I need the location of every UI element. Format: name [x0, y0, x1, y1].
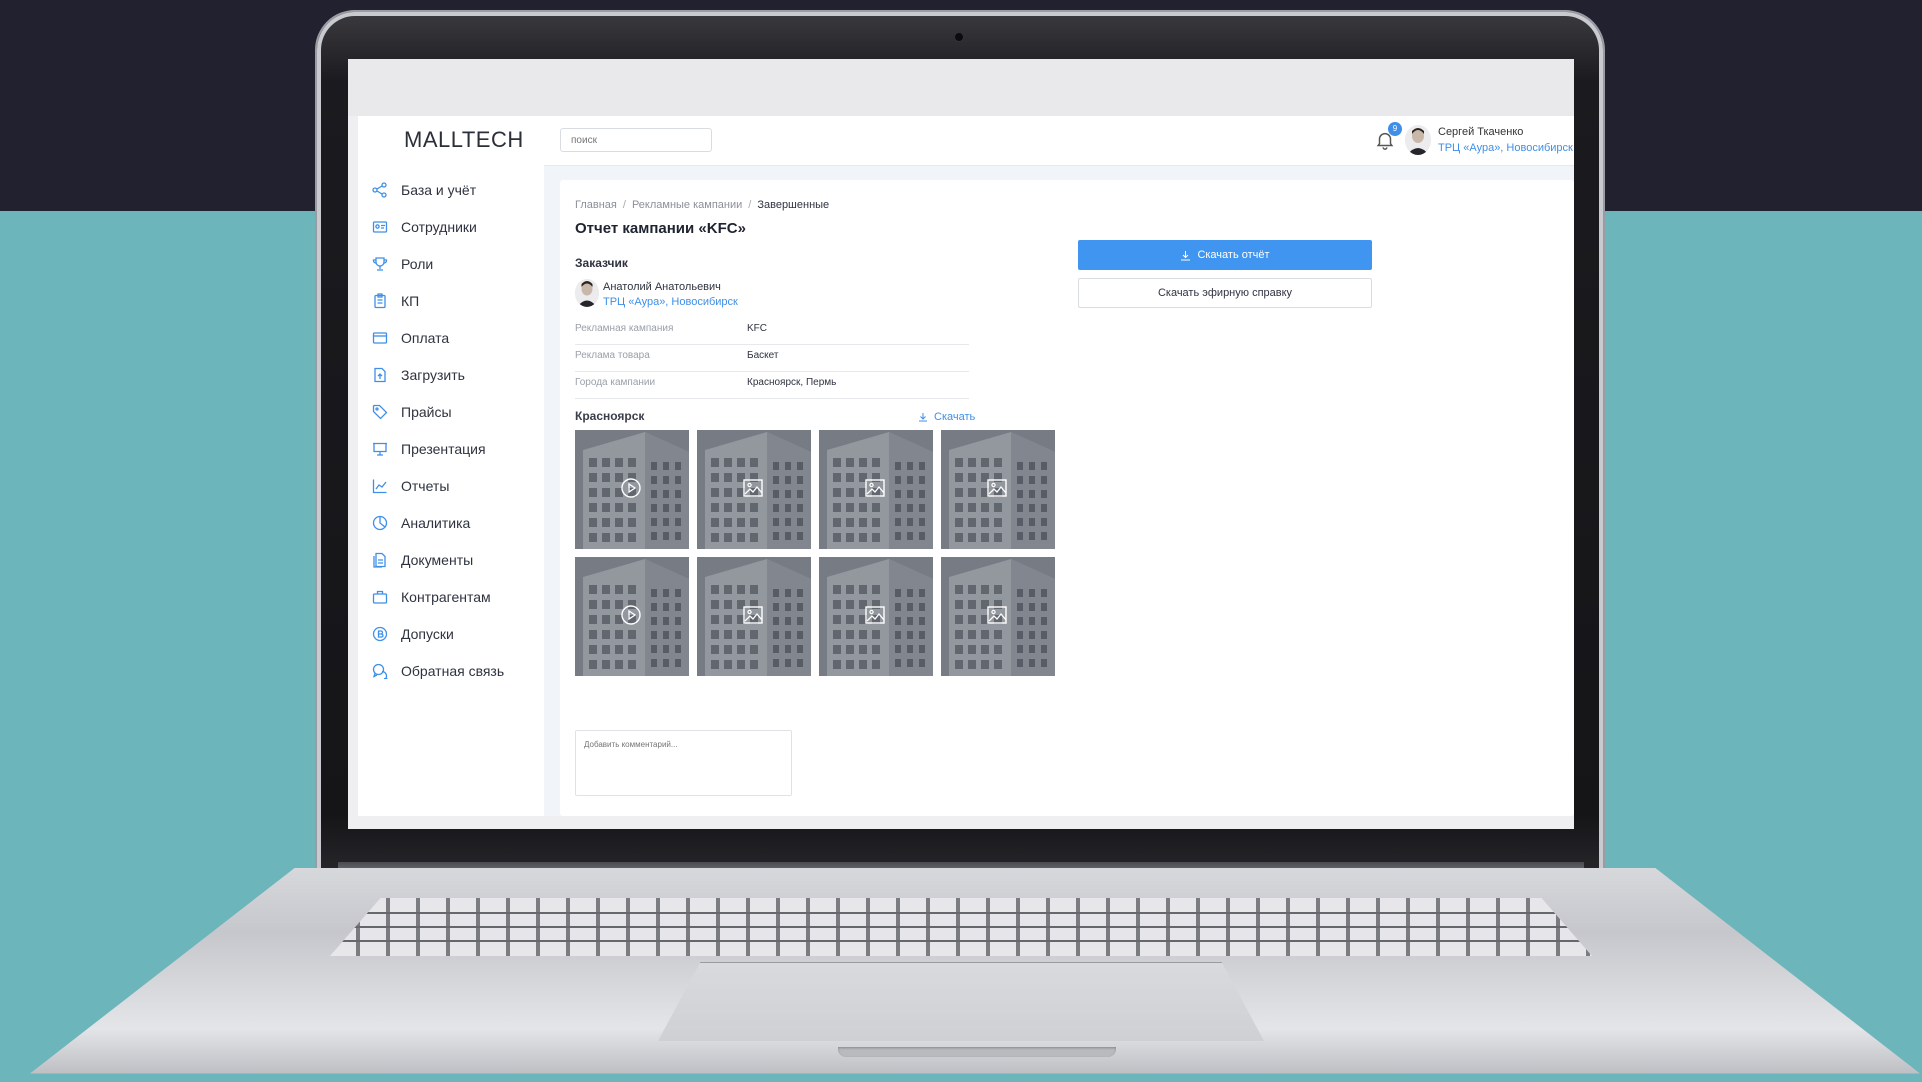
briefcase-icon — [372, 590, 388, 604]
sidebar-item-database[interactable]: База и учёт — [372, 175, 532, 205]
customer-heading: Заказчик — [575, 256, 628, 270]
sidebar-item-label: База и учёт — [401, 182, 477, 198]
customer-org[interactable]: ТРЦ «Аура», Новосибирск — [603, 296, 738, 308]
sidebar-item-documents[interactable]: Документы — [372, 545, 532, 575]
media-thumbnail[interactable] — [819, 557, 933, 676]
sidebar-item-label: Обратная связь — [401, 663, 505, 679]
sidebar-item-label: Контрагентам — [401, 589, 491, 605]
sidebar-item-label: Роли — [401, 256, 434, 272]
detail-label: Реклама товара — [575, 350, 650, 361]
sidebar-item-upload[interactable]: Загрузить — [372, 360, 532, 390]
search-input[interactable] — [560, 128, 712, 152]
app-window: MALLTECH 9 Сергей Ткаченко ТРЦ «Аура», Н… — [358, 116, 1574, 816]
comment-input[interactable] — [575, 730, 792, 796]
chat-icon — [372, 663, 388, 679]
image-icon — [865, 606, 885, 624]
detail-label: Города кампании — [575, 377, 656, 388]
sidebar-item-label: Отчеты — [401, 478, 450, 494]
city-download-label: Скачать — [934, 411, 976, 423]
customer-avatar — [575, 279, 599, 307]
sidebar-item-reports[interactable]: Отчеты — [372, 471, 532, 501]
breadcrumb-home[interactable]: Главная — [575, 199, 617, 211]
sidebar-item-label: Презентация — [401, 441, 486, 457]
top-bar: MALLTECH 9 Сергей Ткаченко ТРЦ «Аура», Н… — [358, 116, 1574, 166]
breadcrumb-campaigns[interactable]: Рекламные кампании — [632, 199, 742, 211]
download-broadcast-button[interactable]: Скачать эфирную справку — [1078, 278, 1372, 308]
trophy-icon — [372, 257, 388, 271]
detail-value: Баскет — [747, 350, 779, 361]
chart-line-icon — [372, 479, 387, 494]
media-thumbnail[interactable] — [697, 557, 811, 676]
play-icon — [621, 478, 641, 498]
page-title: Отчет кампании «KFC» — [575, 220, 746, 237]
image-icon — [987, 606, 1007, 624]
sidebar-item-roles[interactable]: Роли — [372, 249, 532, 279]
badge-coin-icon — [372, 626, 388, 642]
sidebar-item-permits[interactable]: Допуски — [372, 619, 532, 649]
camera-icon — [954, 32, 964, 42]
city-heading: Красноярск — [575, 409, 645, 423]
media-thumbnail[interactable] — [819, 430, 933, 549]
image-icon — [743, 479, 763, 497]
detail-value: Красноярск, Пермь — [747, 377, 837, 388]
download-broadcast-label: Скачать эфирную справку — [1157, 287, 1293, 299]
sidebar-item-contractors[interactable]: Контрагентам — [372, 582, 532, 612]
logo[interactable]: MALLTECH — [404, 127, 524, 153]
media-thumbnail[interactable] — [941, 430, 1055, 549]
sidebar-item-feedback[interactable]: Обратная связь — [372, 656, 532, 686]
breadcrumb-current: Завершенные — [757, 199, 830, 211]
image-icon — [987, 479, 1007, 497]
trackpad — [658, 962, 1264, 1041]
clipboard-icon — [374, 293, 386, 309]
tag-icon — [372, 404, 388, 420]
media-thumbnail[interactable] — [575, 557, 689, 676]
image-icon — [865, 479, 885, 497]
sidebar-item-presentation[interactable]: Презентация — [372, 434, 532, 464]
media-thumbnail[interactable] — [941, 557, 1055, 676]
city-download-link[interactable]: Скачать — [918, 411, 975, 423]
media-thumbnail[interactable] — [575, 430, 689, 549]
image-icon — [743, 606, 763, 624]
sidebar-item-kp[interactable]: КП — [372, 286, 532, 316]
database-nodes-icon — [372, 182, 387, 198]
sidebar-item-label: Оплата — [401, 330, 450, 346]
download-icon — [919, 413, 927, 422]
id-card-icon — [372, 221, 388, 233]
sidebar-item-label: Прайсы — [401, 404, 452, 420]
download-report-button[interactable]: Скачать отчёт — [1078, 240, 1372, 270]
download-report-label: Скачать отчёт — [1197, 249, 1270, 261]
sidebar-item-prices[interactable]: Прайсы — [372, 397, 532, 427]
download-icon — [1181, 250, 1191, 260]
breadcrumb: Главная / Рекламные кампании / Завершенные — [575, 199, 830, 211]
notification-badge: 9 — [1388, 122, 1402, 136]
pie-chart-icon — [372, 515, 388, 531]
laptop-front-notch — [838, 1047, 1116, 1057]
sidebar-item-employees[interactable]: Сотрудники — [372, 212, 532, 242]
laptop-screen: MALLTECH 9 Сергей Ткаченко ТРЦ «Аура», Н… — [348, 59, 1574, 829]
sidebar-item-label: Аналитика — [401, 515, 471, 531]
wallet-icon — [372, 332, 388, 344]
sidebar-item-label: Документы — [401, 552, 474, 568]
customer-name: Анатолий Анатольевич — [603, 281, 721, 293]
file-upload-icon — [374, 367, 386, 383]
sidebar-item-label: Допуски — [401, 626, 454, 642]
report-card: Главная / Рекламные кампании / Завершенные О… — [560, 180, 1574, 816]
detail-row-cities: Города кампании Красноярск, Пермь — [575, 366, 969, 399]
sidebar-item-label: Сотрудники — [401, 219, 477, 235]
user-org[interactable]: ТРЦ «Аура», Новосибирск — [1438, 142, 1573, 154]
sidebar-item-analytics[interactable]: Аналитика — [372, 508, 532, 538]
user-name[interactable]: Сергей Ткаченко — [1438, 126, 1523, 138]
detail-label: Рекламная кампания — [575, 323, 674, 334]
play-icon — [621, 605, 641, 625]
detail-value: KFC — [747, 323, 767, 334]
documents-icon — [373, 552, 386, 568]
keyboard — [330, 898, 1592, 956]
sidebar: База и учёт Сотрудники Роли КП Оплата За… — [358, 165, 544, 816]
sidebar-item-payment[interactable]: Оплата — [372, 323, 532, 353]
media-thumbnail[interactable] — [697, 430, 811, 549]
user-avatar[interactable] — [1405, 125, 1431, 155]
sidebar-item-label: Загрузить — [401, 367, 465, 383]
sidebar-item-label: КП — [401, 293, 420, 309]
presentation-icon — [373, 442, 387, 456]
